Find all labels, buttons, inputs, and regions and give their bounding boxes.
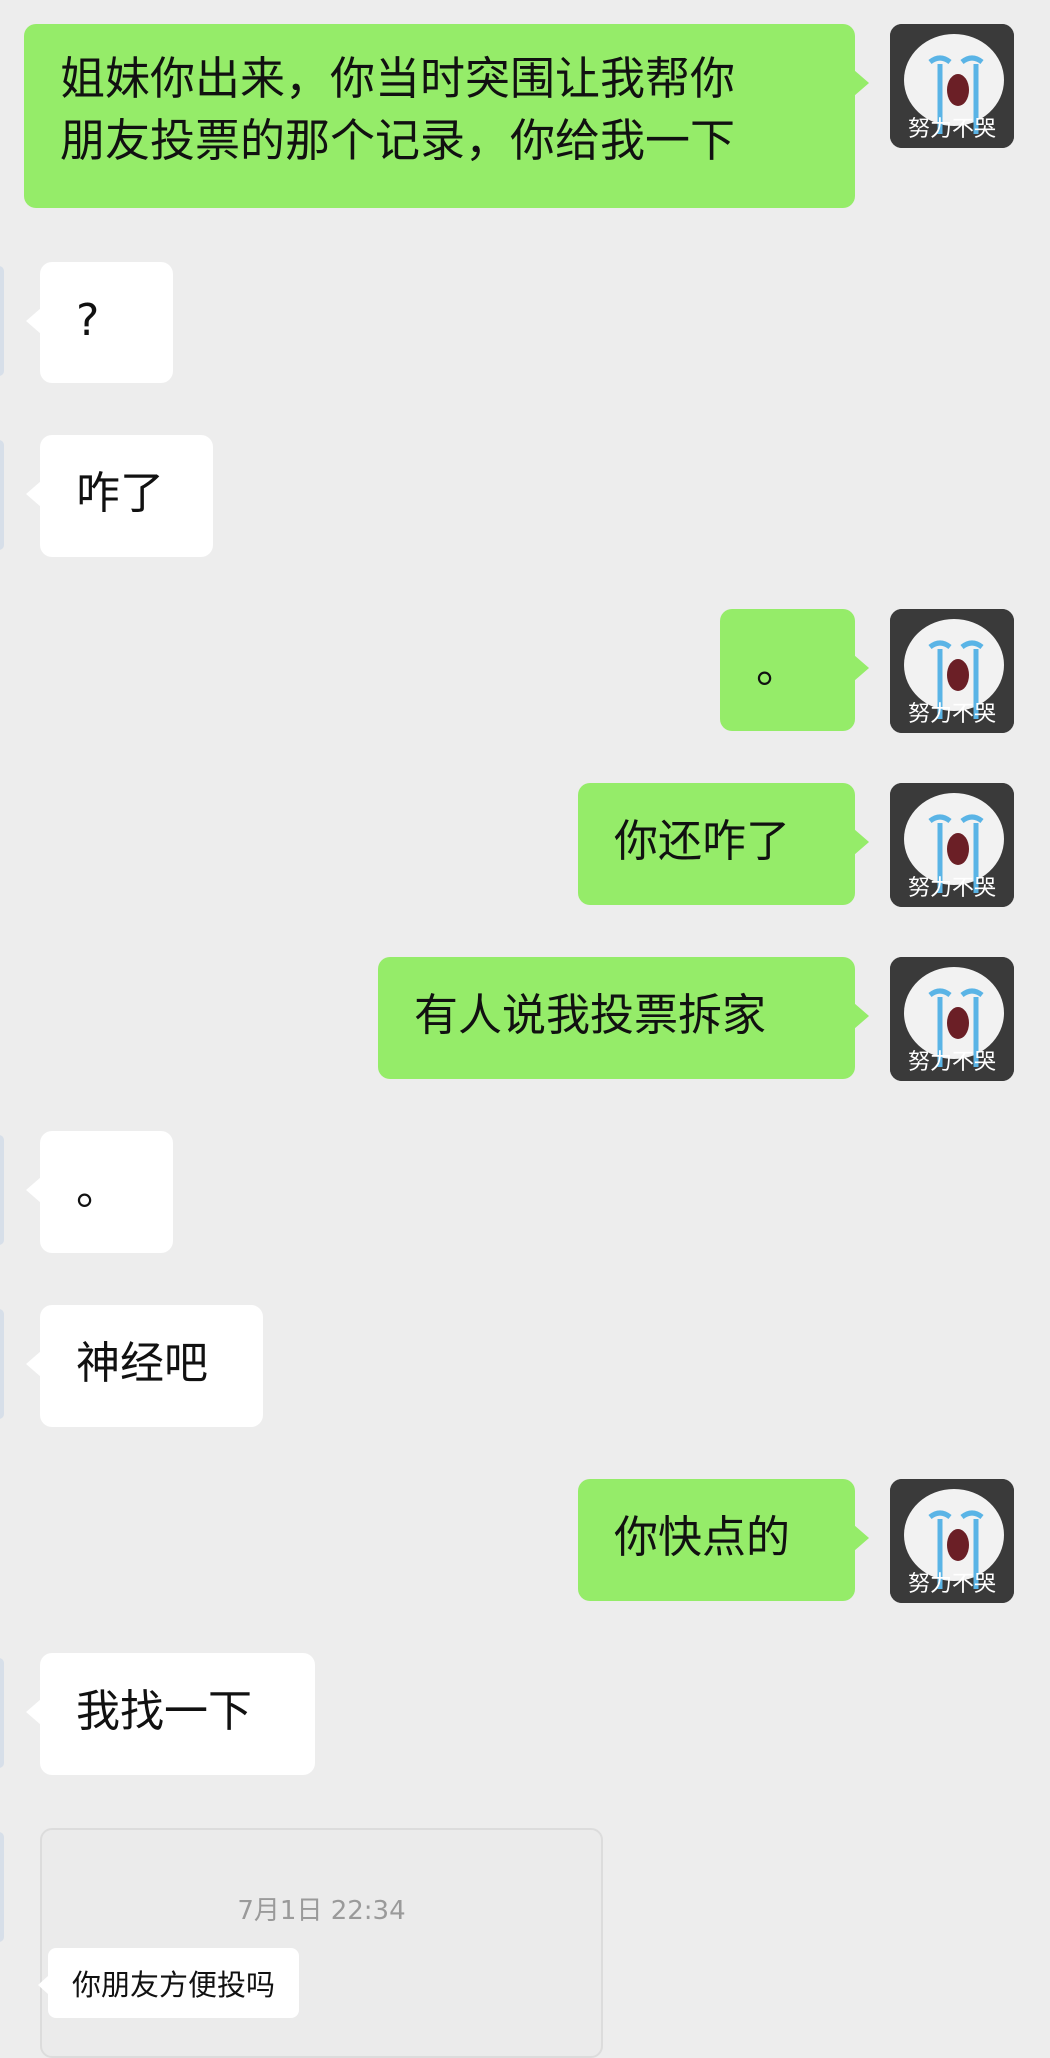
message-text: 你快点的 [614,1512,790,1563]
contact-avatar[interactable] [0,1135,4,1245]
card-message-bubble: 你朋友方便投吗 [37,1948,300,2018]
crying-snowball-avatar-icon: 努力不哭 [890,24,1014,148]
avatar-caption: 努力不哭 [908,876,996,901]
message-text-line: 朋友投票的那个记录，你给我一下 [60,114,736,167]
message-text: 有人说我投票拆家 [414,990,766,1041]
crying-snowball-avatar-icon: 努力不哭 [890,957,1014,1081]
message-bubble-incoming[interactable]: 。 [26,1131,173,1253]
message-text: 我找一下 [76,1686,252,1737]
contact-avatar[interactable] [0,440,4,550]
message-bubble-outgoing[interactable]: 你还咋了 [578,783,869,905]
contact-avatar[interactable] [0,1658,4,1768]
my-avatar[interactable]: 努力不哭 [890,783,1014,907]
message-text-line: 姐妹你出来，你当时突围让我帮你 [60,52,736,105]
message-text: 。 [76,1164,120,1215]
card-timestamp: 7月1日 22:34 [237,1896,406,1926]
message-text: 咋了 [76,468,164,519]
message-bubble-incoming[interactable]: 咋了 [26,435,213,557]
message-bubble-incoming[interactable]: 我找一下 [26,1653,315,1775]
my-avatar[interactable]: 努力不哭 [890,609,1014,733]
avatar-caption: 努力不哭 [908,1050,996,1075]
avatar-caption: 努力不哭 [908,702,996,727]
my-avatar[interactable]: 努力不哭 [890,1479,1014,1603]
message-bubble-incoming[interactable]: ? [26,262,173,383]
message-text: 神经吧 [76,1338,208,1389]
contact-avatar[interactable] [0,266,4,376]
avatar-caption: 努力不哭 [908,117,996,142]
my-avatar[interactable]: 努力不哭 [890,24,1014,148]
message-bubble-outgoing[interactable]: 。 [720,609,869,731]
crying-snowball-avatar-icon: 努力不哭 [890,1479,1014,1603]
message-text: 你还咋了 [614,816,790,867]
message-bubble-outgoing[interactable]: 你快点的 [578,1479,869,1601]
message-text: ? [76,295,100,346]
message-text: 。 [756,642,800,693]
message-bubble-incoming[interactable]: 神经吧 [26,1305,263,1427]
avatar-caption: 努力不哭 [908,1572,996,1597]
crying-snowball-avatar-icon: 努力不哭 [890,783,1014,907]
contact-avatar[interactable] [0,1832,4,1942]
message-bubble-outgoing[interactable]: 有人说我投票拆家 [378,957,869,1079]
crying-snowball-avatar-icon: 努力不哭 [890,609,1014,733]
image-message-card[interactable]: 7月1日 22:34 你朋友方便投吗 [37,1828,603,2058]
message-bubble-outgoing[interactable]: 姐妹你出来，你当时突围让我帮你 朋友投票的那个记录，你给我一下 [24,24,869,208]
my-avatar[interactable]: 努力不哭 [890,957,1014,1081]
contact-avatar[interactable] [0,1309,4,1419]
